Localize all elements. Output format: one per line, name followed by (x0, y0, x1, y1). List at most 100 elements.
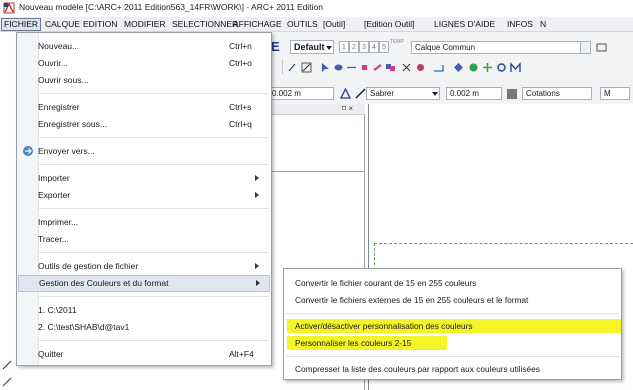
menu-item-exporter[interactable]: Exporter (18, 187, 270, 204)
snap-icon[interactable] (453, 62, 464, 73)
menu-item-ouvrir-sous[interactable]: Ouvrir sous... (18, 72, 270, 89)
menu-calque[interactable]: CALQUE (43, 18, 82, 31)
menu-separator (39, 164, 269, 165)
line-arrow-icon[interactable] (346, 62, 357, 73)
menu-separator (39, 296, 269, 297)
menu-separator (39, 208, 269, 209)
layer-number-1[interactable]: 1 (339, 41, 349, 53)
menu-separator (39, 340, 269, 341)
menu-item-envoyer-vers[interactable]: Envoyer vers... (18, 143, 270, 160)
scissors-icon[interactable] (401, 62, 412, 73)
hatch-pen-icon[interactable] (355, 88, 366, 99)
layer-number-5[interactable]: 5 (379, 41, 389, 53)
gear-icon[interactable] (496, 62, 507, 73)
menu-selectionner[interactable]: SELECTIONNER (170, 18, 240, 31)
panel-pin-close-controls[interactable]: ⌑ × (342, 104, 353, 113)
menu-item-label: 1. C:\2011 (38, 305, 77, 315)
warning-triangle-icon[interactable] (340, 88, 351, 99)
menu-item-shortcut: Ctrl+q (229, 119, 252, 129)
menu-item-nouveau[interactable]: Nouveau... Ctrl+n (18, 38, 270, 55)
menu-item-shortcut: Ctrl+o (229, 58, 252, 68)
send-icon (23, 146, 33, 156)
menu-separator (39, 137, 269, 138)
guide-line-horizontal (374, 243, 633, 244)
menu-separator (39, 252, 269, 253)
submenu-item-convertir-externes[interactable]: Convertir le fichiers externes de 15 en … (286, 292, 619, 309)
menu-affichage[interactable]: AFFICHAGE (231, 18, 284, 31)
e-button[interactable]: E (271, 39, 283, 54)
submenu-item-personnaliser-couleurs[interactable]: Personnaliser les couleurs 2-15 (286, 335, 619, 352)
window-title: Nouveau modèle [C:\ARC+ 2011 Edition563_… (19, 2, 323, 12)
snap-plus-icon[interactable] (468, 62, 479, 73)
menu-item-label: Imprimer... (38, 217, 79, 227)
layer-select-dropdown-icon[interactable] (580, 42, 590, 53)
menu-item-label: Importer (38, 173, 70, 183)
menu-item-label: Exporter (38, 190, 71, 200)
node-tool-icon[interactable] (301, 62, 312, 73)
pointer-icon[interactable] (320, 62, 331, 73)
menu-item-ouvrir[interactable]: Ouvrir... Ctrl+o (18, 55, 270, 72)
measure-icon[interactable] (433, 62, 444, 73)
line-width-field[interactable]: 0.002 m (268, 87, 334, 100)
panel-header: ⌑ × (270, 104, 365, 115)
menu-infos[interactable]: INFOS (505, 18, 535, 31)
layer-number-2[interactable]: 2 (349, 41, 359, 53)
m-tool-icon[interactable] (510, 62, 521, 73)
menu-item-gestion-couleurs[interactable]: Gestion des Couleurs et du format (18, 275, 270, 292)
pink-marker-icon[interactable] (359, 62, 370, 73)
submenu-item-label: Activer/désactiver personnalisation des … (295, 321, 473, 331)
menu-edition[interactable]: EDITION (81, 18, 119, 31)
menu-item-quitter[interactable]: Quitter Alt+F4 (18, 346, 270, 363)
menu-item-label: Enregistrer (38, 102, 80, 112)
color-swatch-icon[interactable] (507, 89, 517, 99)
pen-tool-icon[interactable] (287, 62, 298, 73)
menu-item-label: Enregistrer sous... (38, 119, 107, 129)
color-format-submenu: Convertir le fichier courant de 15 en 25… (283, 268, 622, 380)
menu-item-shortcut: Ctrl+n (229, 41, 252, 51)
submenu-item-label: Personnaliser les couleurs 2-15 (295, 338, 412, 348)
submenu-item-activer-personnalisation[interactable]: Activer/désactiver personnalisation des … (286, 318, 619, 335)
draw-line-icon[interactable] (2, 360, 12, 370)
menu-n[interactable]: N (538, 18, 548, 31)
sabrer-select[interactable]: Sabrer (366, 87, 440, 100)
layer-number-4[interactable]: 4 (369, 41, 379, 53)
snap-cross-icon[interactable] (482, 62, 493, 73)
arc-app-icon[interactable] (3, 2, 15, 14)
menu-item-imprimer[interactable]: Imprimer... (18, 214, 270, 231)
menu-item-enregistrer[interactable]: Enregistrer Ctrl+s (18, 99, 270, 116)
menu-separator (286, 313, 619, 314)
submenu-item-compresser[interactable]: Compresser la liste des couleurs par rap… (286, 361, 619, 378)
menu-item-label: Outils de gestion de fichier (38, 261, 139, 271)
menu-outil-bracket[interactable]: [Outil] (321, 18, 347, 31)
cotations-select[interactable]: Cotations (522, 87, 592, 100)
stamp-icon[interactable] (415, 62, 426, 73)
layer-select[interactable]: Calque Commun (411, 41, 591, 54)
menu-fichier[interactable]: FICHIER (1, 18, 41, 31)
menu-item-outils-gestion-fichier[interactable]: Outils de gestion de fichier (18, 258, 270, 275)
menu-edition-outil[interactable]: [Edition Outil] (362, 18, 417, 31)
pink-tool-icon[interactable] (372, 62, 383, 73)
menu-item-tracer[interactable]: Tracer... (18, 231, 270, 248)
menu-item-label: Tracer... (38, 234, 69, 244)
paint-icon[interactable] (333, 62, 344, 73)
menu-modifier[interactable]: MODIFIER (122, 18, 168, 31)
menu-outils[interactable]: OUTILS (285, 18, 320, 31)
guide-line-vertical (374, 243, 375, 265)
menu-item-label: Gestion des Couleurs et du format (39, 278, 169, 288)
extra-select[interactable]: M (600, 87, 630, 100)
menu-item-label: Ouvrir sous... (38, 75, 89, 85)
hatch-spacing-field[interactable]: 0.002 m (446, 87, 502, 100)
submenu-item-convertir-courant[interactable]: Convertir le fichier courant de 15 en 25… (286, 275, 619, 292)
menu-item-recent-1[interactable]: 1. C:\2011 (18, 302, 270, 319)
menu-item-shortcut: Ctrl+s (229, 102, 252, 112)
layer-tool-icon[interactable] (596, 42, 607, 53)
menu-item-label: Nouveau... (38, 41, 80, 51)
layer-number-3[interactable]: 3 (359, 41, 369, 53)
menu-item-enregistrer-sous[interactable]: Enregistrer sous... Ctrl+q (18, 116, 270, 133)
sabrer-dropdown-icon[interactable] (432, 92, 438, 96)
menu-item-recent-2[interactable]: 2. C:\test\SHAB\d@tav1 (18, 319, 270, 336)
draw-line-alt-icon[interactable] (2, 377, 12, 387)
group-icon[interactable] (385, 62, 396, 73)
menu-item-importer[interactable]: Importer (18, 170, 270, 187)
menu-lignes-aide[interactable]: LIGNES D'AIDE (432, 18, 497, 31)
